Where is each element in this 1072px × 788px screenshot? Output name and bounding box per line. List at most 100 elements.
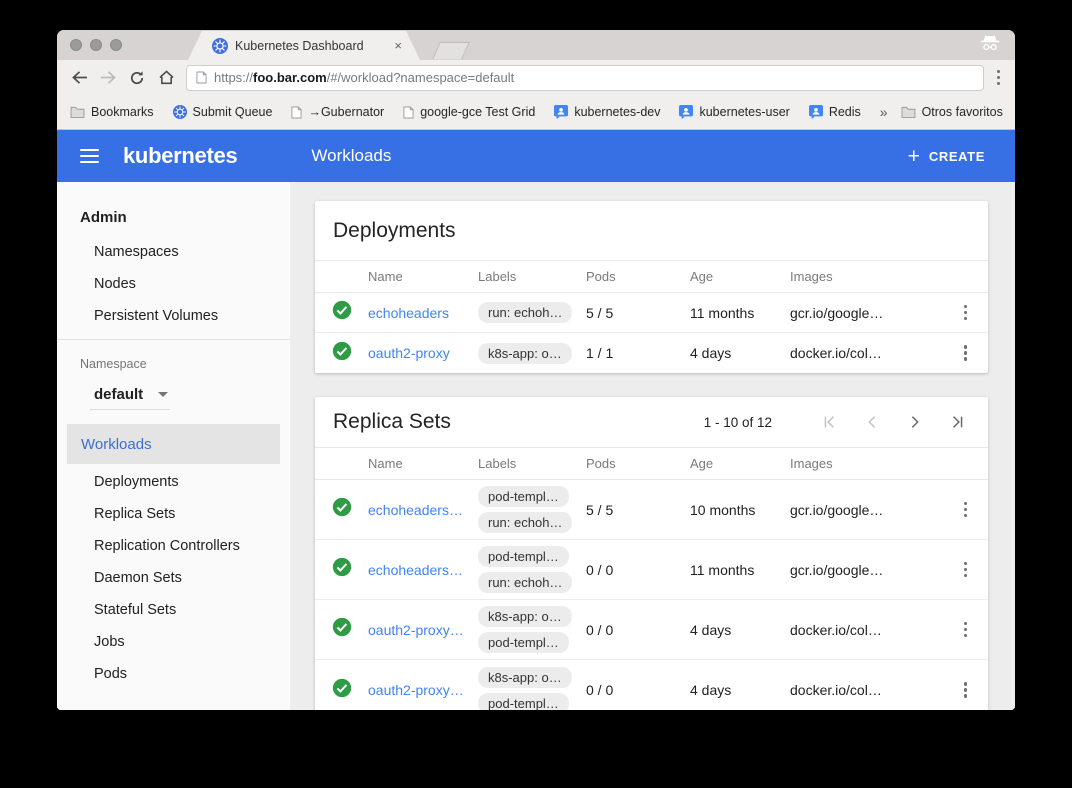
status-ok-icon	[332, 678, 352, 703]
namespace-label: Namespace	[57, 348, 290, 380]
back-icon[interactable]	[70, 70, 88, 86]
groups-icon	[554, 105, 568, 119]
tab-close-icon[interactable]: ×	[394, 38, 402, 53]
sidebar-item-daemon-sets[interactable]: Daemon Sets	[57, 562, 290, 594]
sidebar-item-namespaces[interactable]: Namespaces	[57, 236, 290, 268]
age-cell: 11 months	[690, 562, 790, 578]
images-cell: docker.io/col…	[790, 682, 943, 698]
column-labels: Labels	[478, 269, 586, 284]
table-row: oauth2-proxy k8s-app: o… 1 / 1 4 days do…	[315, 333, 988, 373]
column-images: Images	[790, 456, 943, 471]
app-header: kubernetes Workloads + CREATE	[57, 130, 1015, 182]
next-page-icon[interactable]	[903, 410, 927, 434]
bookmark-item[interactable]: Redis	[809, 105, 861, 119]
bookmark-folder[interactable]: Bookmarks	[70, 105, 154, 119]
status-ok-icon	[332, 341, 352, 366]
window-close-button[interactable]	[70, 39, 82, 51]
forward-icon[interactable]	[99, 70, 117, 86]
sidebar-item-persistent-volumes[interactable]: Persistent Volumes	[57, 300, 290, 332]
bookmark-item[interactable]: kubernetes-dev	[554, 105, 660, 119]
main-content: Deployments Name Labels Pods Age Images …	[290, 182, 1015, 710]
row-menu-icon[interactable]	[962, 620, 970, 640]
window-minimize-button[interactable]	[90, 39, 102, 51]
browser-window: Kubernetes Dashboard × https://foo.bar.c…	[57, 30, 1015, 710]
previous-page-icon[interactable]	[860, 410, 884, 434]
row-menu-icon[interactable]	[962, 500, 970, 520]
resource-link[interactable]: echoheaders…	[368, 502, 478, 518]
tab-title: Kubernetes Dashboard	[235, 39, 387, 53]
url-field[interactable]: https://foo.bar.com/#/workload?namespace…	[186, 65, 984, 91]
chevron-down-icon	[158, 392, 168, 397]
browser-menu-icon[interactable]	[995, 68, 1003, 88]
groups-icon	[809, 105, 823, 119]
pods-cell: 0 / 0	[586, 562, 690, 578]
bookmark-item[interactable]: google-gce Test Grid	[403, 105, 535, 119]
new-tab-button[interactable]	[432, 42, 470, 59]
bookmark-item[interactable]: kubernetes-user	[679, 105, 789, 119]
namespace-dropdown[interactable]: default	[90, 380, 170, 410]
column-labels: Labels	[478, 456, 586, 471]
refresh-icon[interactable]	[128, 70, 146, 86]
age-cell: 4 days	[690, 682, 790, 698]
column-images: Images	[790, 269, 943, 284]
bookmark-item[interactable]: →Gubernator	[291, 105, 384, 119]
label-chip: pod-templ…	[478, 486, 569, 507]
resource-link[interactable]: oauth2-proxy…	[368, 682, 478, 698]
images-cell: docker.io/col…	[790, 345, 943, 361]
label-chip: k8s-app: o…	[478, 606, 572, 627]
column-name: Name	[368, 456, 478, 471]
row-menu-icon[interactable]	[962, 303, 970, 323]
age-cell: 10 months	[690, 502, 790, 518]
other-bookmarks-folder[interactable]: Otros favoritos	[901, 105, 1003, 119]
images-cell: gcr.io/google…	[790, 502, 943, 518]
row-menu-icon[interactable]	[962, 680, 970, 700]
sidebar-item-deployments[interactable]: Deployments	[57, 466, 290, 498]
bookmarks-overflow-icon[interactable]: »	[880, 104, 888, 120]
sidebar-item-workloads-active[interactable]: Workloads	[67, 424, 280, 464]
sidebar-item-stateful-sets[interactable]: Stateful Sets	[57, 594, 290, 626]
create-button[interactable]: + CREATE	[908, 146, 985, 167]
sidebar-item-pods[interactable]: Pods	[57, 658, 290, 690]
pagination: 1 - 10 of 12	[704, 410, 970, 434]
pods-cell: 5 / 5	[586, 305, 690, 321]
deployments-card: Deployments Name Labels Pods Age Images …	[315, 201, 988, 373]
resource-link[interactable]: oauth2-proxy	[368, 345, 478, 361]
browser-tab[interactable]: Kubernetes Dashboard ×	[188, 31, 420, 60]
home-icon[interactable]	[157, 70, 175, 86]
resource-link[interactable]: oauth2-proxy…	[368, 622, 478, 638]
plus-icon: +	[908, 146, 920, 167]
hamburger-menu-icon[interactable]	[80, 146, 99, 166]
label-chip: pod-templ…	[478, 693, 569, 711]
browser-toolbar: https://foo.bar.com/#/workload?namespace…	[57, 60, 1015, 95]
sidebar-divider	[57, 339, 290, 340]
page-title: Workloads	[311, 146, 391, 166]
resource-link[interactable]: echoheaders	[368, 305, 478, 321]
window-zoom-button[interactable]	[110, 39, 122, 51]
status-ok-icon	[332, 617, 352, 642]
status-ok-icon	[332, 557, 352, 582]
row-menu-icon[interactable]	[962, 560, 970, 580]
page-icon	[403, 106, 414, 119]
first-page-icon[interactable]	[817, 410, 841, 434]
age-cell: 11 months	[690, 305, 790, 321]
column-pods: Pods	[586, 269, 690, 284]
page-icon	[196, 71, 207, 84]
last-page-icon[interactable]	[946, 410, 970, 434]
table-row: echoheaders… pod-templ… run: echoh… 0 / …	[315, 540, 988, 600]
sidebar-section-admin[interactable]: Admin	[57, 198, 290, 236]
row-menu-icon[interactable]	[962, 343, 970, 363]
sidebar-item-jobs[interactable]: Jobs	[57, 626, 290, 658]
resource-link[interactable]: echoheaders…	[368, 562, 478, 578]
page-icon	[291, 106, 302, 119]
sidebar-item-nodes[interactable]: Nodes	[57, 268, 290, 300]
replica-sets-table-header: Name Labels Pods Age Images	[315, 447, 988, 480]
sidebar-item-replication-controllers[interactable]: Replication Controllers	[57, 530, 290, 562]
images-cell: docker.io/col…	[790, 622, 943, 638]
column-age: Age	[690, 456, 790, 471]
bookmark-item[interactable]: Submit Queue	[173, 105, 273, 119]
replica-sets-card: Replica Sets 1 - 10 of 12 Name Labels Po…	[315, 397, 988, 710]
table-row: echoheaders run: echoh… 5 / 5 11 months …	[315, 293, 988, 333]
sidebar-item-replica-sets[interactable]: Replica Sets	[57, 498, 290, 530]
label-chip: k8s-app: o…	[478, 343, 572, 364]
images-cell: gcr.io/google…	[790, 562, 943, 578]
